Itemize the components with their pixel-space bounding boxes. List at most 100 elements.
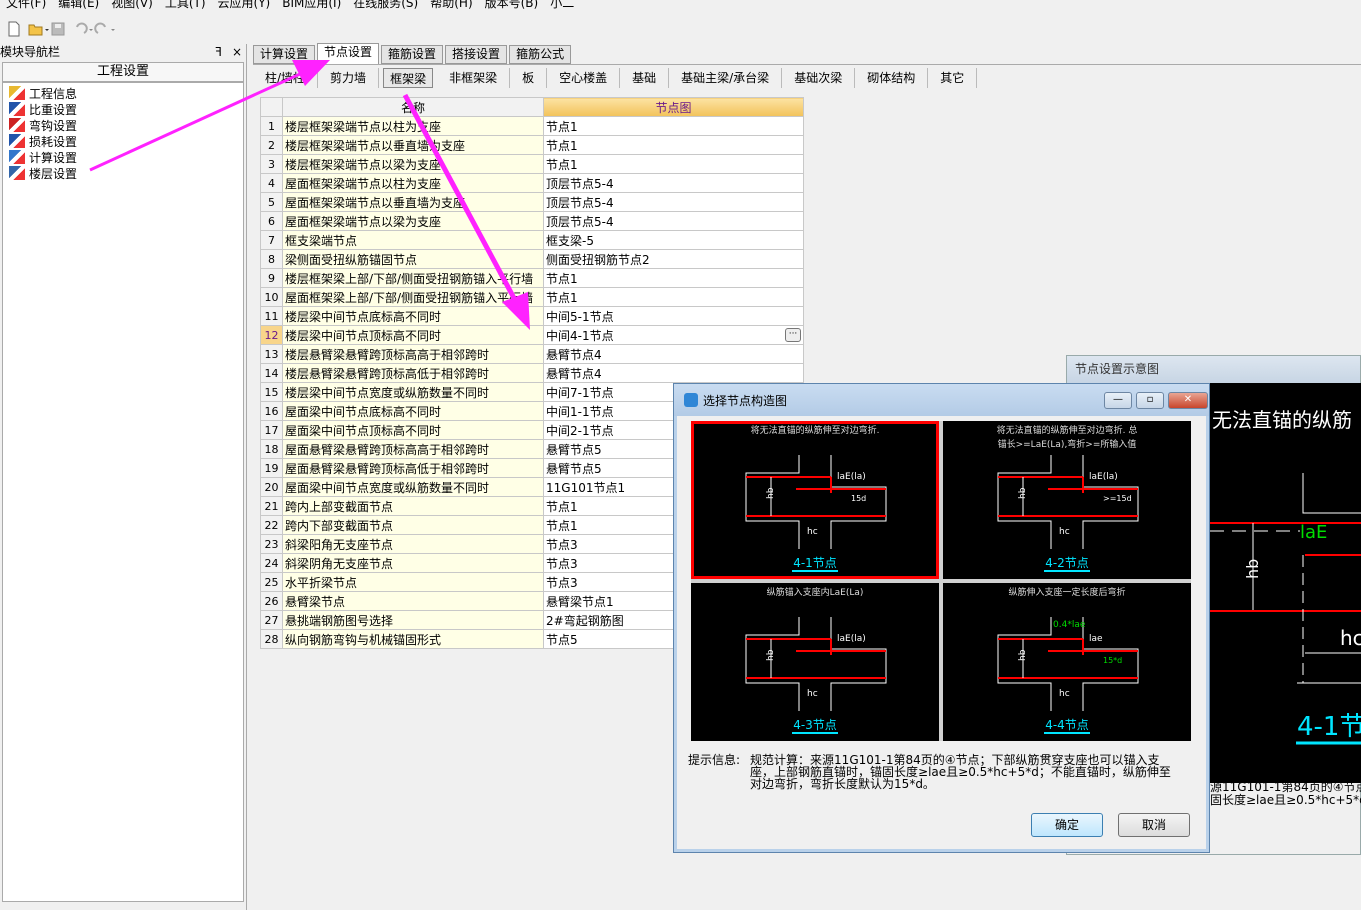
component-subtabs: 柱/墙柱 剪力墙 框架梁 非框架梁板空心楼盖 基础 基础主梁/承台梁 基础次梁 砌体结构 其它 — [253, 64, 1361, 91]
hb-label: hb — [766, 487, 776, 499]
subtab[interactable]: 板 — [510, 68, 548, 88]
node-value: 顶层节点5-4 — [546, 195, 614, 210]
preview-hb-label: hb — [1243, 559, 1262, 579]
table-row[interactable]: 14 楼层悬臂梁悬臂跨顶标高低于相邻跨时 悬臂节点4 — [260, 363, 804, 383]
menu-item[interactable]: 帮助(H) — [430, 0, 472, 10]
anchor-label: laE(la) — [837, 634, 866, 644]
header-index — [260, 97, 283, 117]
subtab[interactable]: 基础主梁/承台梁 — [669, 68, 783, 88]
ellipsis-button[interactable]: ··· — [785, 327, 801, 342]
row-node-diagram[interactable]: 节点1 — [543, 287, 804, 307]
node-value: 悬臂节点4 — [546, 347, 602, 362]
table-row[interactable]: 5 屋面框架梁端节点以垂直墙为支座 顶层节点5-4 — [260, 192, 804, 212]
row-node-diagram[interactable]: 顶层节点5-4 — [543, 192, 804, 212]
menu-item[interactable]: 视图(V) — [111, 0, 153, 10]
node-option-1[interactable]: 将无法直锚的纵筋伸至对边弯折. hb hc laE(la) 15d 4-1节点 — [691, 421, 939, 579]
maximize-button[interactable]: ▫ — [1136, 392, 1164, 409]
node-value: 中间1-1节点 — [546, 404, 614, 419]
menu-item[interactable]: 编辑(E) — [58, 0, 99, 10]
menu-item[interactable]: 小二 — [550, 0, 574, 10]
open-folder-icon[interactable] — [28, 21, 49, 37]
table-row[interactable]: 2 楼层框架梁端节点以垂直墙为支座 节点1 — [260, 135, 804, 155]
nav-item[interactable]: 弯钩设置 — [3, 117, 243, 133]
table-row[interactable]: 9 楼层框架梁上部/下部/侧面受扭钢筋锚入平行墙 节点1 — [260, 268, 804, 288]
close-button[interactable]: ✕ — [1168, 392, 1208, 409]
table-row[interactable]: 10 屋面框架梁上部/下部/侧面受扭钢筋锚入平行墙 节点1 — [260, 287, 804, 307]
menu-item[interactable]: 云应用(Y) — [218, 0, 271, 10]
row-node-diagram[interactable]: 节点1 — [543, 116, 804, 136]
cancel-button[interactable]: 取消 — [1118, 813, 1190, 837]
node-option-2[interactable]: 将无法直锚的纵筋伸至对边弯折. 总锚长>=LaE(La),弯折>=所输入值 hb h… — [943, 421, 1191, 579]
row-node-diagram[interactable]: 顶层节点5-4 — [543, 211, 804, 231]
row-node-diagram[interactable]: 悬臂节点4 — [543, 344, 804, 364]
redo-icon[interactable] — [94, 21, 115, 37]
row-node-diagram[interactable]: 中间4-1节点 ··· — [543, 325, 804, 345]
subtab[interactable]: 剪力墙 — [318, 68, 380, 88]
node-value: 中间2-1节点 — [546, 423, 614, 438]
row-name: 屋面悬臂梁悬臂跨顶标高高于相邻跨时 — [282, 439, 544, 459]
table-row[interactable]: 13 楼层悬臂梁悬臂跨顶标高高于相邻跨时 悬臂节点4 — [260, 344, 804, 364]
tab[interactable]: 搭接设置 — [445, 45, 508, 64]
nav-item[interactable]: 计算设置 — [3, 149, 243, 165]
tab[interactable]: 计算设置 — [253, 45, 316, 64]
row-node-diagram[interactable]: 框支梁-5 — [543, 230, 804, 250]
row-node-diagram[interactable]: 侧面受扭钢筋节点2 — [543, 249, 804, 269]
tab[interactable]: 箍筋设置 — [381, 45, 444, 64]
row-name: 屋面悬臂梁悬臂跨顶标高低于相邻跨时 — [282, 458, 544, 478]
node-value: 11G101节点1 — [546, 480, 626, 495]
table-row[interactable]: 6 屋面框架梁端节点以梁为支座 顶层节点5-4 — [260, 211, 804, 231]
row-node-diagram[interactable]: 顶层节点5-4 — [543, 173, 804, 193]
row-node-diagram[interactable]: 节点1 — [543, 268, 804, 288]
row-node-diagram[interactable]: 节点1 — [543, 135, 804, 155]
option-title: 将无法直锚的纵筋伸至对边弯折. 总 — [997, 424, 1138, 436]
nav-item[interactable]: 比重设置 — [3, 101, 243, 117]
menu-item[interactable]: BIM应用(I) — [282, 0, 341, 10]
new-file-icon[interactable] — [6, 21, 22, 37]
menu-item[interactable]: 文件(F) — [6, 0, 46, 10]
node-value: 中间7-1节点 — [546, 385, 614, 400]
nav-item[interactable]: 损耗设置 — [3, 133, 243, 149]
table-row[interactable]: 11 楼层梁中间节点底标高不同时 中间5-1节点 — [260, 306, 804, 326]
subtab[interactable]: 框架梁 — [383, 68, 434, 88]
subtab[interactable]: 其它 — [928, 68, 978, 88]
table-row[interactable]: 4 屋面框架梁端节点以柱为支座 顶层节点5-4 — [260, 173, 804, 193]
node-value: 节点1 — [546, 499, 578, 514]
subtab[interactable]: 砌体结构 — [855, 68, 929, 88]
menu-item[interactable]: 版本号(B) — [485, 0, 539, 10]
subtab[interactable]: 非框架梁 — [437, 68, 511, 88]
menu-bar: 文件(F) 编辑(E) 视图(V) 工具(T) 云应用(Y) BIM应用(I) 在线服务(S… — [0, 0, 574, 10]
hb-label: hb — [1018, 487, 1028, 499]
row-node-diagram[interactable]: 节点1 — [543, 154, 804, 174]
tab[interactable]: 箍筋公式 — [509, 45, 572, 64]
table-row[interactable]: 3 楼层框架梁端节点以梁为支座 节点1 — [260, 154, 804, 174]
loss-icon — [9, 134, 25, 148]
save-icon[interactable] — [50, 21, 66, 37]
tab[interactable]: 节点设置 — [317, 43, 380, 64]
option-caption: 4-3节点 — [793, 718, 837, 732]
node-option-4[interactable]: 纵筋伸入支座一定长度后弯折 hb hc lae 15*d 0.4*lae 4-4节点 — [943, 583, 1191, 741]
pin-icon[interactable]: ꟻ — [215, 45, 222, 59]
close-icon[interactable]: × — [232, 45, 242, 59]
table-row[interactable]: 7 框支梁端节点 框支梁-5 — [260, 230, 804, 250]
nav-item[interactable]: 楼层设置 — [3, 165, 243, 181]
row-node-diagram[interactable]: 悬臂节点4 — [543, 363, 804, 383]
row-name: 楼层悬臂梁悬臂跨顶标高高于相邻跨时 — [282, 344, 544, 364]
row-name: 楼层悬臂梁悬臂跨顶标高低于相邻跨时 — [282, 363, 544, 383]
row-name: 斜梁阴角无支座节点 — [282, 553, 544, 573]
subtab[interactable]: 基础次梁 — [782, 68, 856, 88]
menu-item[interactable]: 在线服务(S) — [353, 0, 418, 10]
nav-section-header[interactable]: 工程设置 — [2, 62, 244, 82]
ok-button[interactable]: 确定 — [1031, 813, 1103, 837]
subtab[interactable]: 空心楼盖 — [547, 68, 621, 88]
subtab[interactable]: 基础 — [620, 68, 670, 88]
table-row[interactable]: 8 梁侧面受扭纵筋锚固节点 侧面受扭钢筋节点2 — [260, 249, 804, 269]
minimize-button[interactable]: — — [1104, 392, 1132, 409]
table-row[interactable]: 12 楼层梁中间节点顶标高不同时 中间4-1节点 ··· — [260, 325, 804, 345]
node-option-3[interactable]: 纵筋锚入支座内LaE(La) hb hc laE(la) 4-3节点 — [691, 583, 939, 741]
table-row[interactable]: 1 楼层框架梁端节点以柱为支座 节点1 — [260, 116, 804, 136]
subtab[interactable]: 柱/墙柱 — [253, 68, 319, 88]
undo-icon[interactable] — [72, 21, 93, 37]
nav-item[interactable]: 工程信息 — [3, 85, 243, 101]
menu-item[interactable]: 工具(T) — [165, 0, 206, 10]
row-node-diagram[interactable]: 中间5-1节点 — [543, 306, 804, 326]
